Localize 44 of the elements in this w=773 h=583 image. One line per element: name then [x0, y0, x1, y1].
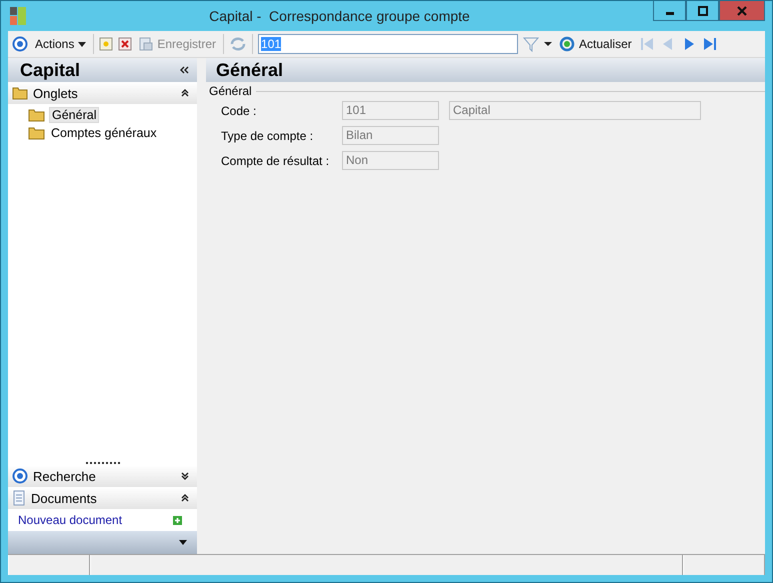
refresh-button[interactable]: Actualiser: [557, 36, 634, 52]
target-icon: [12, 468, 28, 484]
field-label: Type de compte :: [221, 128, 314, 142]
refresh-icon: [559, 36, 576, 52]
read-only-field[interactable]: Capital: [449, 101, 701, 120]
close-button[interactable]: [719, 1, 765, 21]
section-header[interactable]: Recherche: [8, 465, 197, 487]
group-label: Général: [209, 84, 252, 98]
folder-icon: [12, 86, 28, 100]
read-only-field[interactable]: 101: [342, 101, 439, 120]
read-only-field[interactable]: Bilan: [342, 126, 439, 145]
target-icon[interactable]: [12, 36, 28, 52]
app-logo-icon: [10, 7, 26, 25]
minimize-icon: [666, 12, 674, 15]
collapse-chevron-icon[interactable]: [181, 494, 189, 502]
field-label: Compte de résultat :: [221, 154, 330, 168]
tree-item[interactable]: Général: [49, 107, 100, 123]
close-icon: [737, 6, 747, 16]
content-title: Général: [206, 58, 765, 82]
caret-icon: [78, 42, 86, 46]
sidebar-title: Capital: [20, 60, 80, 80]
collapse-chevron-icon[interactable]: [181, 89, 189, 97]
maximize-button[interactable]: [686, 1, 719, 21]
section-header[interactable]: Onglets: [8, 82, 197, 104]
collapse-icon[interactable]: [180, 66, 189, 74]
folder-icon: [28, 108, 46, 122]
field-label: Code :: [221, 104, 258, 118]
actions-menu-button[interactable]: Actions: [33, 37, 88, 51]
new-document-icon[interactable]: [99, 37, 114, 51]
save-icon: [139, 37, 154, 51]
document-icon: [12, 490, 26, 506]
read-only-field[interactable]: Non: [342, 151, 439, 170]
expand-chevron-icon[interactable]: [181, 472, 189, 480]
section-header[interactable]: Documents: [8, 487, 197, 509]
last-page-icon[interactable]: [702, 36, 718, 52]
add-icon[interactable]: [173, 516, 182, 524]
window-title: Capital - Correspondance groupe compte: [208, 8, 471, 24]
minimize-button[interactable]: [653, 1, 686, 21]
caret-icon[interactable]: [179, 540, 187, 545]
tree-item[interactable]: Comptes généraux: [49, 126, 159, 140]
folder-icon: [28, 126, 46, 140]
delete-document-icon[interactable]: [118, 37, 132, 51]
caret-icon[interactable]: [544, 41, 552, 47]
maximize-icon: [698, 6, 708, 16]
